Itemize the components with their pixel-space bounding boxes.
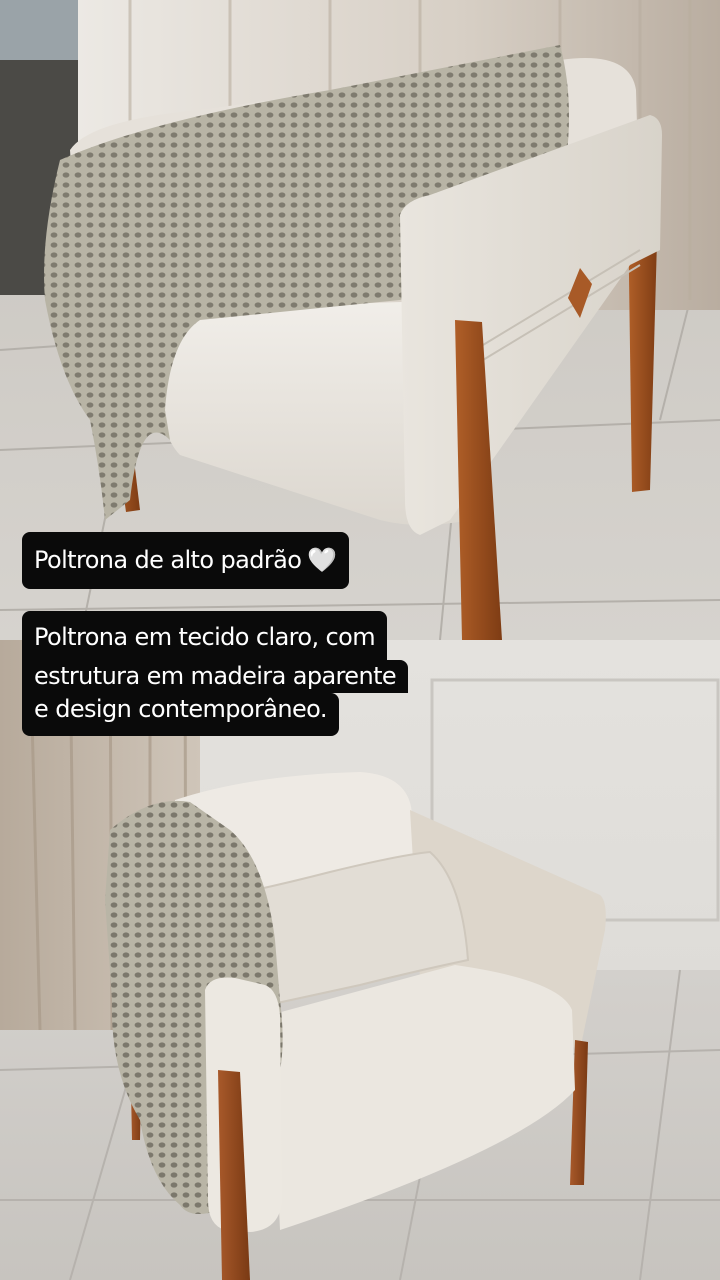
armchair-photo-bottom [0,640,720,1280]
armchair-photo-bottom-illustration [0,640,720,1280]
white-heart-icon: 🤍 [307,546,337,574]
story-description-line-2: estrutura em madeira aparente [22,660,409,693]
story-description-line-1: Poltrona em tecido claro, com [22,611,388,660]
story-description-caption: Poltrona em tecido claro, com estrutura … [22,611,409,736]
story-title-caption: Poltrona de alto padrão 🤍 [22,532,349,589]
story-description-line-3: e design contemporâneo. [22,693,339,736]
story-title-text: Poltrona de alto padrão [34,546,302,574]
